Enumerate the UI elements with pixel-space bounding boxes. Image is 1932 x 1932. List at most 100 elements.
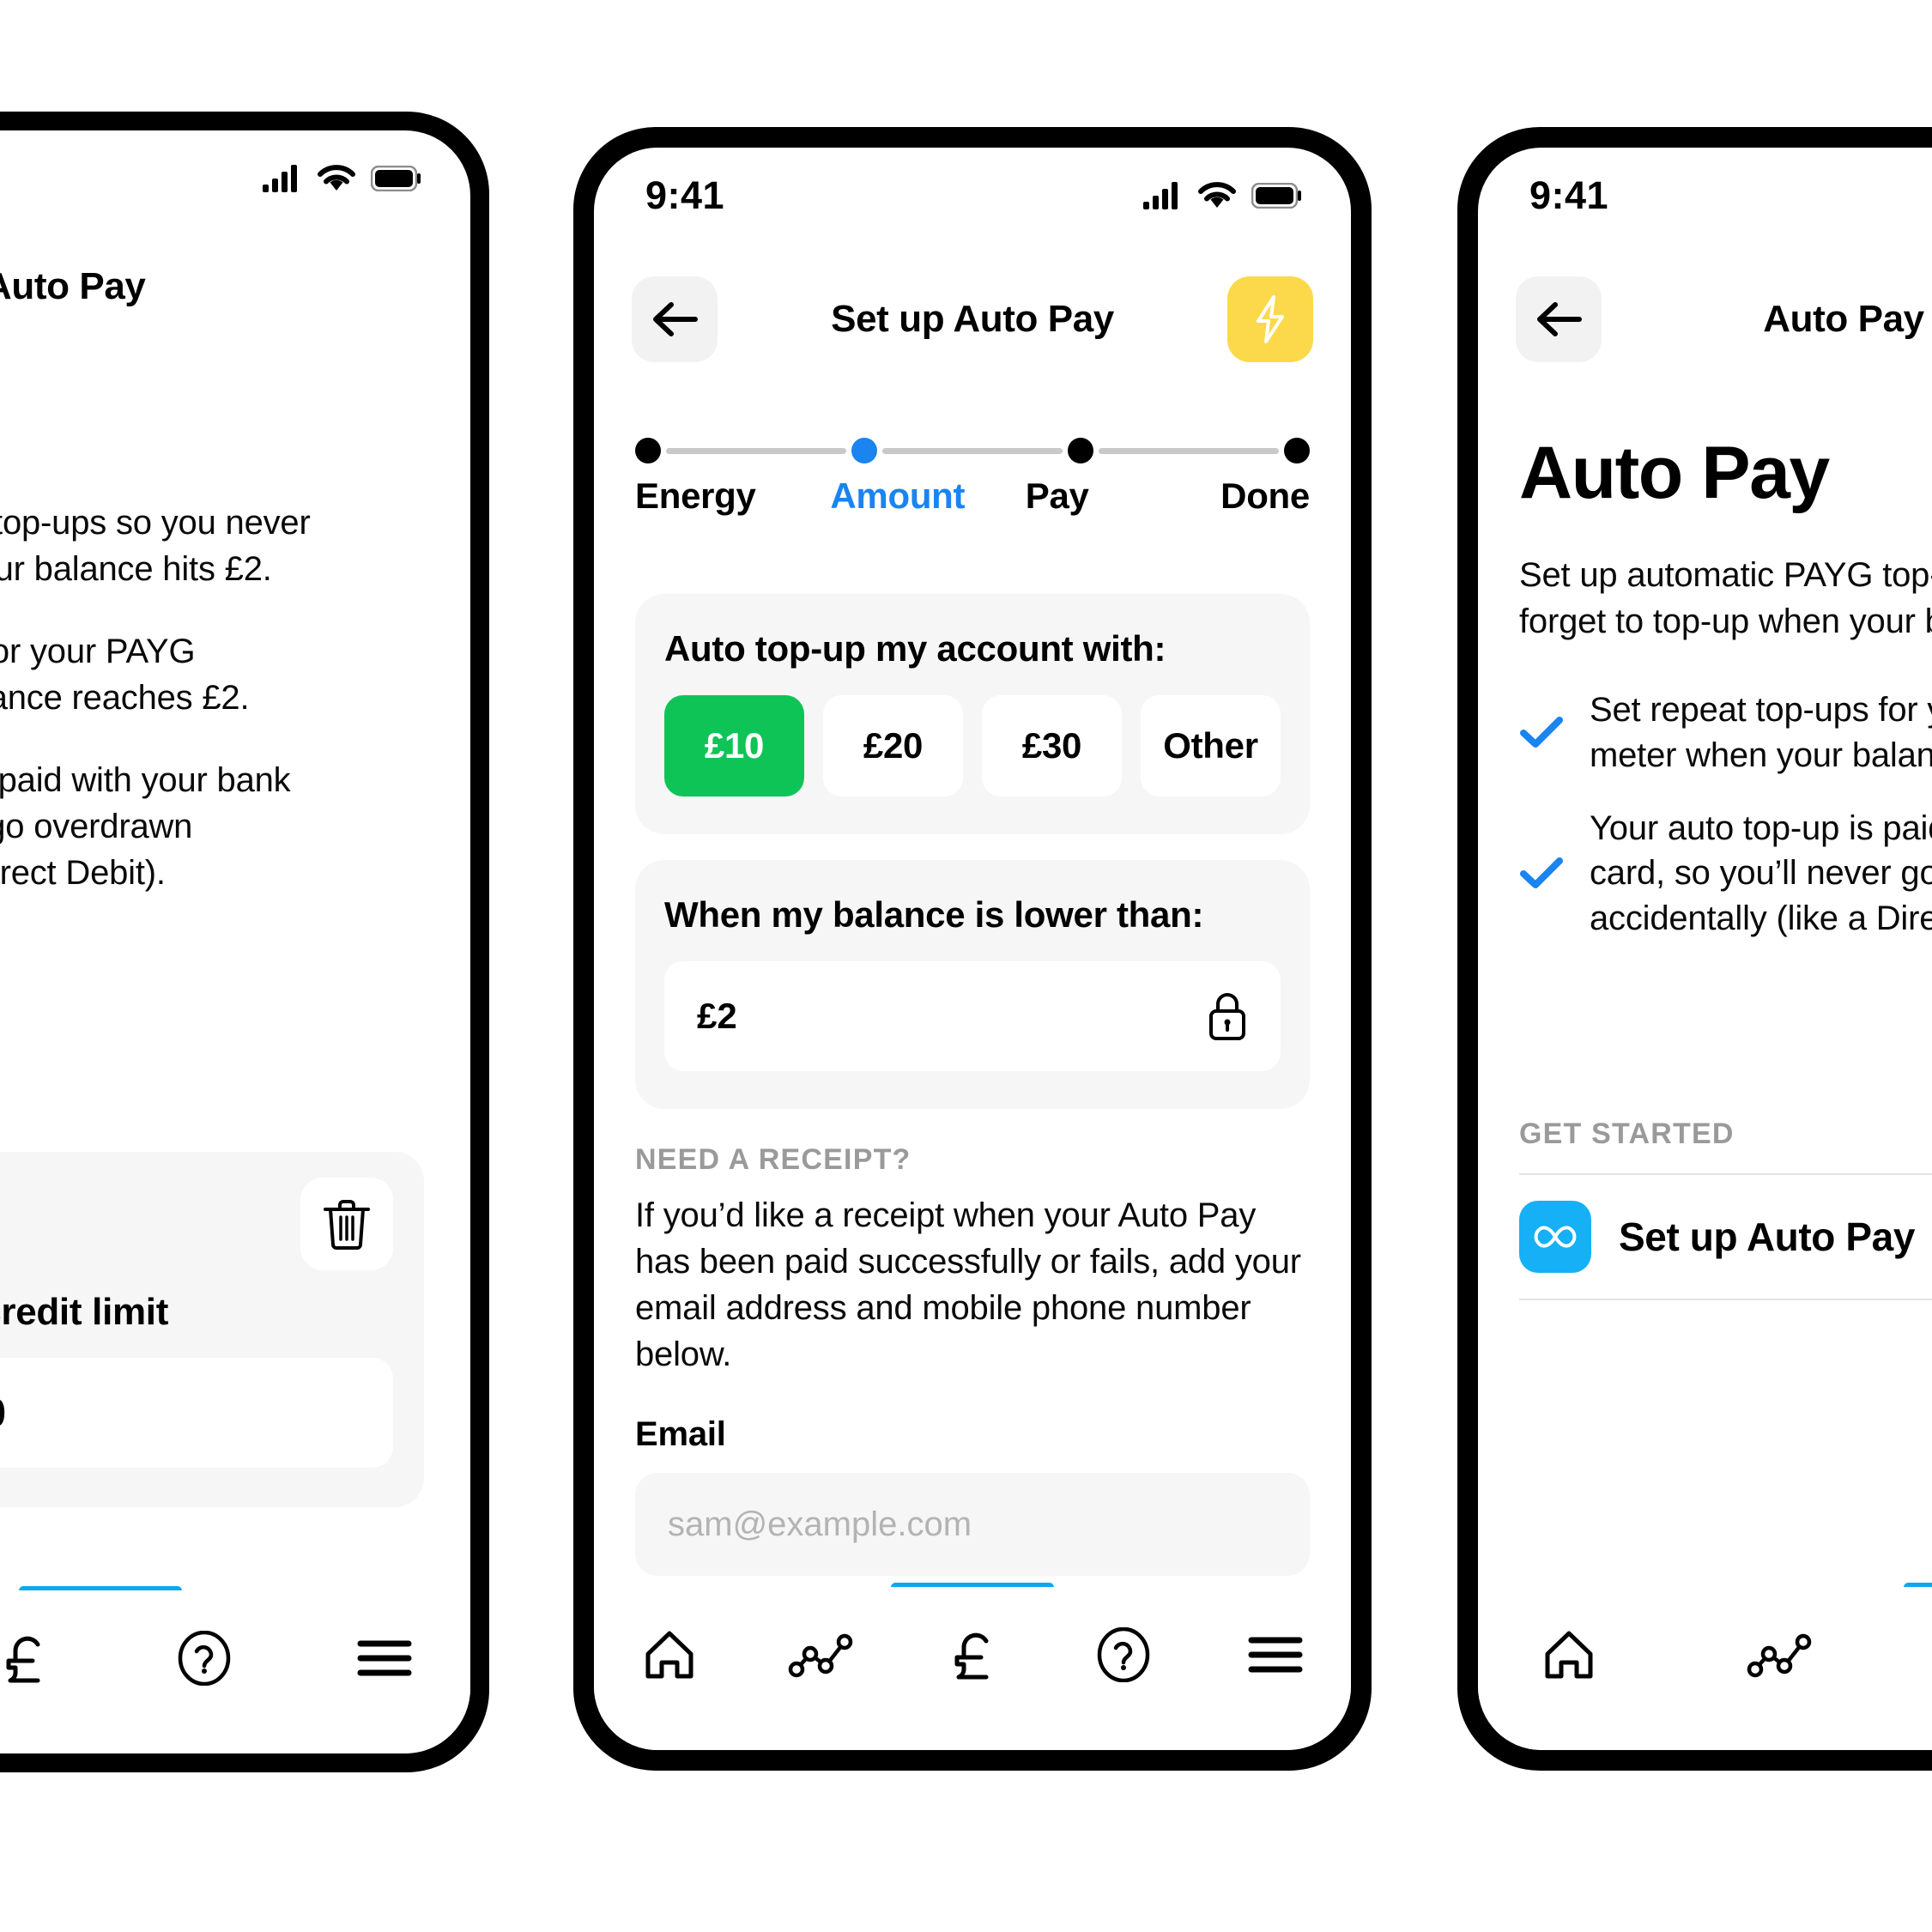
left-status-bar (0, 130, 470, 227)
phone-right-screen: 9:41 Auto Pay Auto Pay Set up automatic … (1478, 148, 1932, 1750)
status-time: 9:41 (645, 173, 725, 217)
benefit-text-1: Set repeat top-ups for yo meter when you… (1590, 691, 1932, 774)
step-label-pay: Pay (1025, 475, 1089, 516)
phone-middle-screen: 9:41 Set up Auto Pay Energy Amount Pay D… (594, 148, 1351, 1750)
amount-option-20[interactable]: £20 (823, 695, 963, 796)
left-tab-bar (0, 1590, 470, 1753)
step-dot-amount[interactable] (851, 438, 877, 463)
auto-pay-intro: Set up automatic PAYG top-u forget to to… (1519, 556, 1932, 640)
page-title: Set up Auto Pay (831, 298, 1114, 340)
stepper-dots (635, 436, 1310, 465)
boost-button[interactable] (1227, 276, 1313, 362)
list-item-setup-auto-pay[interactable]: Set up Auto Pay (1519, 1173, 1932, 1300)
benefit-row-2: Your auto top-up is paid card, so you’ll… (1519, 806, 1932, 942)
right-tab-bar (1478, 1587, 1932, 1750)
left-credit-limit-card: Credit limit £2.00 (0, 1152, 424, 1507)
check-icon (1520, 857, 1563, 888)
email-placeholder: sam@example.com (668, 1505, 972, 1543)
step-label-done: Done (1220, 475, 1310, 516)
trash-icon (324, 1200, 370, 1250)
mid-nav-bar: Set up Auto Pay (594, 276, 1351, 362)
topup-amount-card: Auto top-up my account with: £10 £20 £30… (635, 594, 1310, 834)
tab-menu[interactable] (333, 1620, 436, 1697)
tab-usage[interactable] (1729, 1616, 1832, 1693)
delete-button[interactable] (300, 1178, 393, 1270)
left-paragraph-2: op-ups for your PAYG your balance reache… (0, 633, 250, 717)
step-dot-done[interactable] (1284, 438, 1310, 463)
stepper-labels: Energy Amount Pay Done (635, 475, 1310, 517)
get-started-header: GET STARTED (1519, 1117, 1735, 1150)
phone-middle-frame: 9:41 Set up Auto Pay Energy Amount Pay D… (573, 127, 1372, 1771)
lightning-bolt-icon (1257, 295, 1284, 343)
left-page-title: Auto Pay (0, 265, 146, 307)
back-button[interactable] (1516, 276, 1602, 362)
setup-stepper: Energy Amount Pay Done (594, 436, 1351, 517)
benefit-text-2: Your auto top-up is paid card, so you’ll… (1590, 809, 1932, 938)
email-label: Email (635, 1415, 726, 1453)
back-arrow-icon (1537, 302, 1582, 336)
amount-option-10[interactable]: £10 (664, 695, 804, 796)
wifi-icon (318, 165, 355, 191)
page-title: Auto Pay (1763, 298, 1924, 340)
screenshot-canvas: Auto Pay c PAYG top-ups so you never whe… (0, 0, 1932, 1932)
hamburger-menu-icon (1248, 1637, 1303, 1673)
left-nav-bar: Auto Pay (0, 244, 470, 330)
status-time: 9:41 (1529, 173, 1609, 217)
get-started-section: GET STARTED Set up Auto Pay (1519, 1117, 1932, 1300)
right-nav-bar: Auto Pay (1478, 276, 1932, 362)
tab-help[interactable] (1072, 1616, 1175, 1693)
mid-tab-bar (594, 1587, 1351, 1750)
credit-limit-value[interactable]: £2.00 (0, 1358, 393, 1468)
auto-pay-heading: Auto Pay (1519, 432, 1830, 514)
home-icon (645, 1631, 693, 1679)
balance-threshold-value: £2 (697, 996, 737, 1036)
step-bar-1 (666, 447, 846, 454)
phone-right-frame: 9:41 Auto Pay Auto Pay Set up automatic … (1457, 127, 1932, 1771)
balance-threshold-title: When my balance is lower than: (664, 894, 1204, 935)
status-icons (1143, 182, 1301, 209)
balance-threshold-input[interactable]: £2 (664, 961, 1281, 1071)
left-paragraph-1: c PAYG top-ups so you never when your ba… (0, 504, 311, 588)
back-button[interactable] (632, 276, 718, 362)
list-item-label: Set up Auto Pay (1619, 1214, 1915, 1259)
tab-payments[interactable] (921, 1616, 1024, 1693)
amount-option-other[interactable]: Other (1141, 695, 1281, 796)
receipt-eyebrow: NEED A RECEIPT? (635, 1143, 911, 1176)
wifi-icon (1198, 182, 1236, 208)
tab-menu[interactable] (1224, 1616, 1327, 1693)
check-icon (1520, 716, 1563, 748)
topup-amount-title: Auto top-up my account with: (664, 628, 1166, 669)
step-bar-3 (1099, 447, 1279, 454)
usage-graph-icon (1747, 1633, 1812, 1678)
usage-graph-icon (788, 1633, 852, 1678)
tab-payments[interactable] (0, 1620, 76, 1697)
tab-help[interactable] (153, 1620, 256, 1697)
battery-icon (371, 166, 421, 191)
cellular-signal-icon (263, 165, 297, 192)
left-paragraph-3: op-up is paid with your bank ll never go… (0, 761, 291, 892)
step-label-energy: Energy (635, 475, 756, 516)
phone-left-frame: Auto Pay c PAYG top-ups so you never whe… (0, 112, 489, 1772)
right-status-bar: 9:41 (1478, 148, 1932, 244)
receipt-body: If you’d like a receipt when your Auto P… (635, 1196, 1301, 1373)
topup-amount-options: £10 £20 £30 Other (664, 695, 1281, 796)
tab-home[interactable] (618, 1616, 721, 1693)
question-circle-icon (178, 1631, 231, 1686)
amount-option-30[interactable]: £30 (982, 695, 1122, 796)
tab-usage[interactable] (770, 1616, 873, 1693)
battery-icon (1251, 183, 1301, 209)
infinity-icon (1534, 1226, 1577, 1248)
step-label-amount: Amount (830, 475, 966, 516)
phone-left-screen: Auto Pay c PAYG top-ups so you never whe… (0, 130, 470, 1753)
balance-threshold-card: When my balance is lower than: £2 (635, 860, 1310, 1109)
credit-limit-label: Credit limit (0, 1291, 169, 1333)
email-input[interactable]: sam@example.com (635, 1473, 1310, 1576)
step-dot-pay[interactable] (1068, 438, 1093, 463)
question-circle-icon (1098, 1627, 1150, 1682)
step-dot-energy[interactable] (635, 438, 661, 463)
pound-icon (6, 1636, 40, 1683)
hamburger-menu-icon (357, 1640, 412, 1676)
pound-icon (954, 1632, 989, 1680)
mid-status-bar: 9:41 (594, 148, 1351, 244)
tab-home[interactable] (1517, 1616, 1620, 1693)
